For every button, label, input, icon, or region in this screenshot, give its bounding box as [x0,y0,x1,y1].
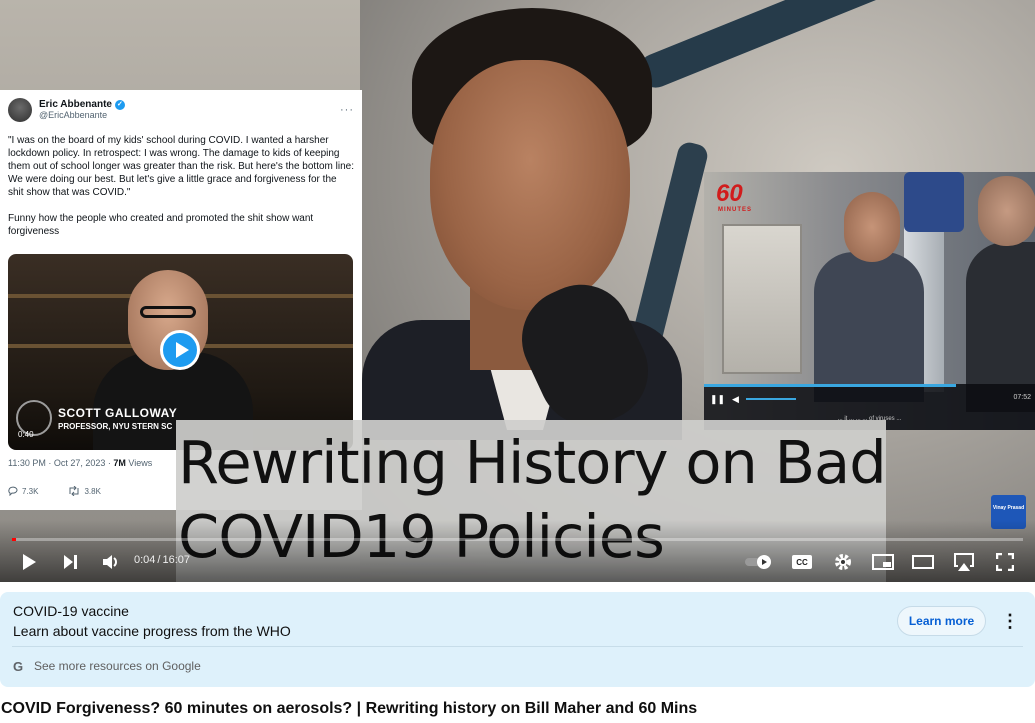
overlay-title-line1: Rewriting History on Bad [178,428,887,497]
tweet-views-count: 7M [113,458,126,468]
captions-button[interactable]: CC [787,545,817,579]
man-right-head [978,176,1035,246]
tweet-retweets: 3.8K [68,486,101,496]
avatar [8,98,32,122]
video-player[interactable]: Eric Abbenante ✓ @EricAbbenante ··· "I w… [0,0,1035,582]
tweet-comment: Funny how the people who created and pro… [8,213,314,237]
tweet-replies-count: 7.3K [22,486,39,496]
play-button[interactable] [14,545,44,579]
settings-button[interactable] [828,545,858,579]
tweet-quote: "I was on the board of my kids' school d… [8,135,354,198]
glasses [140,306,196,318]
captions-icon: CC [792,555,812,569]
info-panel: COVID-19 vaccine Learn about vaccine pro… [0,592,1035,687]
volume-icon [103,555,117,569]
fullscreen-button[interactable] [990,545,1020,579]
info-panel-title: COVID-19 vaccine [13,603,129,619]
inset-volume-bar [746,398,796,400]
media-duration: 0:40 [18,430,34,439]
theater-mode-button[interactable] [908,545,938,579]
sixty-minutes-inset: 60 MINUTES ❚❚ ◀ 07:52 ... it ... ... ...… [704,172,1035,430]
play-icon [160,330,200,370]
airplay-button[interactable] [949,545,979,579]
media-caption-name: SCOTT GALLOWAY [58,406,178,420]
info-panel-subtitle: Learn about vaccine progress from the WH… [13,623,291,639]
reply-icon [8,486,18,496]
tweet-replies: 7.3K [8,486,38,496]
airplay-icon [954,553,974,571]
tweet-views-label: Views [125,458,153,468]
play-icon [23,554,36,570]
learn-more-button[interactable]: Learn more [897,606,986,636]
presenter-face [430,60,630,310]
more-options-icon[interactable]: ⋮ [1001,611,1019,631]
inset-time: 07:52 [1013,394,1031,401]
verified-icon: ✓ [114,99,125,110]
time-separator: / [157,554,161,566]
tweet-date: 11:30 PM · Oct 27, 2023 · [8,458,114,468]
tweet-author-name: Eric Abbenante [39,99,112,110]
tweet-author: Eric Abbenante ✓ [39,99,125,110]
miniplayer-icon [872,554,894,570]
more-icon: ··· [340,104,354,116]
media-caption-role: PROFESSOR, NYU STERN SC [58,422,173,431]
inset-progress [704,384,956,387]
tweet-header: Eric Abbenante ✓ @EricAbbenante ··· [8,96,354,124]
info-panel-divider [12,646,1023,647]
tweet-text: "I was on the board of my kids' school d… [8,134,354,238]
miniplayer-button[interactable] [868,545,898,579]
man-left-suit [814,252,924,402]
inset-pause-icon: ❚❚ [710,394,726,404]
lab-cabinet [722,224,802,374]
autoplay-toggle-icon [745,555,771,569]
google-resources-link[interactable]: G See more resources on Google [13,659,201,673]
duration: 16:07 [162,554,191,566]
volume-button[interactable] [96,545,126,579]
lab-equipment [904,172,964,232]
google-resources-text: See more resources on Google [34,659,201,673]
retweet-icon [69,486,79,496]
tweet-handle: @EricAbbenante [39,110,108,120]
sixty-minutes-logo-sub: MINUTES [718,207,752,213]
svg-text:CC: CC [796,558,808,567]
fullscreen-icon [996,553,1014,571]
sixty-minutes-logo: 60 [716,180,743,207]
autoplay-toggle[interactable] [744,545,774,579]
player-controls: 0:04/16:07 CC [0,545,1035,579]
skip-next-icon [64,555,77,569]
google-icon: G [13,658,24,674]
next-button[interactable] [55,545,85,579]
progress-bar-played [12,538,16,541]
inset-volume-icon: ◀ [732,394,739,404]
time-display: 0:04/16:07 [134,554,190,566]
tweet-stats: 7.3K 3.8K [8,486,101,496]
tweet-meta: 11:30 PM · Oct 27, 2023 · 7M Views [8,458,152,468]
tweet-retweets-count: 3.8K [84,486,101,496]
video-title: COVID Forgiveness? 60 minutes on aerosol… [1,700,698,717]
theater-icon [912,555,934,569]
man-left-head [844,192,900,262]
progress-bar[interactable] [12,538,1023,541]
current-time: 0:04 [134,554,156,566]
gear-icon [835,554,851,570]
